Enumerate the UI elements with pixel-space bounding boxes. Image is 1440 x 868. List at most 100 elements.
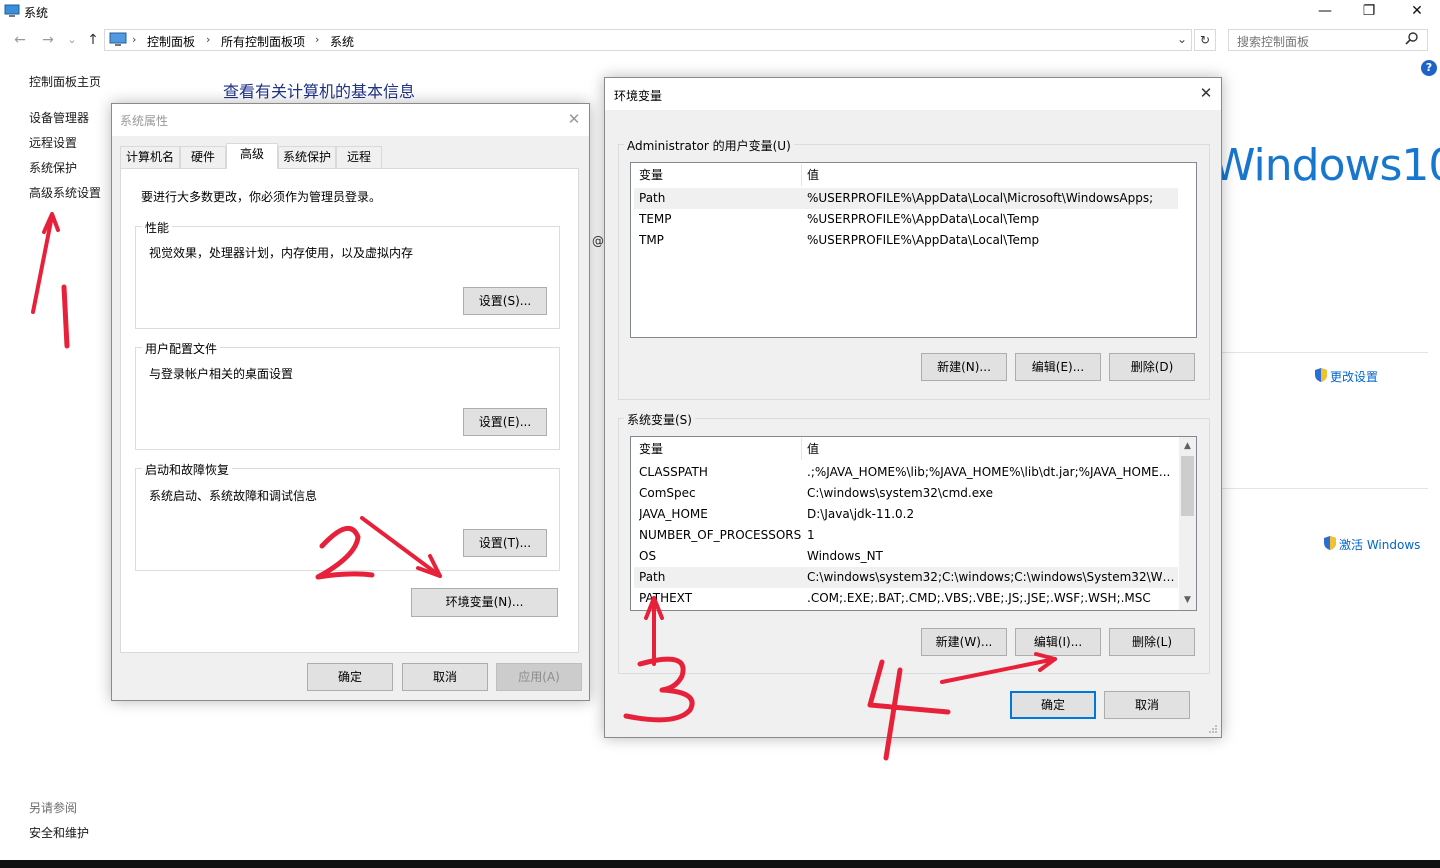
device-manager-link[interactable]: 设备管理器	[29, 109, 89, 126]
variable-value: %USERPROFILE%\AppData\Local\Temp	[807, 233, 1040, 247]
search-input[interactable]	[1228, 29, 1428, 51]
user-variables-list[interactable]: 变量 值 Path %USERPROFILE%\AppData\Local\Mi…	[630, 162, 1197, 338]
change-settings-link[interactable]: 更改设置	[1330, 368, 1378, 385]
scroll-up-icon[interactable]: ▲	[1179, 438, 1196, 455]
divider	[1222, 352, 1428, 353]
group-description: 与登录帐户相关的桌面设置	[149, 367, 294, 381]
table-row[interactable]: ComSpec C:\windows\system32\cmd.exe	[634, 483, 1178, 504]
breadcrumb-all-items[interactable]: 所有控制面板项	[221, 33, 305, 50]
system-new-button[interactable]: 新建(W)...	[921, 628, 1007, 656]
user-delete-button[interactable]: 删除(D)	[1109, 353, 1195, 381]
tab-hardware[interactable]: 硬件	[180, 146, 226, 168]
table-row[interactable]: TMP %USERPROFILE%\AppData\Local\Temp	[634, 230, 1178, 251]
apply-button[interactable]: 应用(A)	[496, 663, 582, 691]
table-row[interactable]: JAVA_HOME D:\Java\jdk-11.0.2	[634, 504, 1178, 525]
close-icon[interactable]: ✕	[562, 108, 586, 132]
variable-name: ComSpec	[639, 486, 696, 500]
tab-advanced[interactable]: 高级	[226, 143, 278, 169]
help-icon[interactable]: ?	[1421, 60, 1437, 76]
performance-group: 性能 视觉效果，处理器计划，内存使用，以及虚拟内存 设置(S)...	[135, 219, 560, 329]
activate-windows-link[interactable]: 激活 Windows	[1339, 536, 1420, 553]
table-row[interactable]: Path %USERPROFILE%\AppData\Local\Microso…	[634, 188, 1178, 209]
minimize-button[interactable]: —	[1302, 0, 1348, 24]
tab-system-protection[interactable]: 系统保护	[278, 146, 336, 168]
address-bar[interactable]: › 控制面板 › 所有控制面板项 › 系统 ⌄	[104, 29, 1192, 51]
system-variables-list[interactable]: 变量 值 CLASSPATH .;%JAVA_HOME%\lib;%JAVA_H…	[630, 436, 1197, 611]
forward-button[interactable]: →	[38, 30, 58, 50]
user-profiles-group: 用户配置文件 与登录帐户相关的桌面设置 设置(E)...	[135, 340, 560, 450]
variable-name: JAVA_HOME	[639, 507, 708, 521]
group-description: 系统启动、系统故障和调试信息	[149, 489, 318, 503]
ok-button[interactable]: 确定	[307, 663, 393, 691]
table-row[interactable]: OS Windows_NT	[634, 546, 1178, 567]
at-glyph: @	[592, 234, 604, 248]
advanced-system-settings-link[interactable]: 高级系统设置	[29, 184, 101, 201]
tab-computer-name[interactable]: 计算机名	[120, 146, 180, 168]
column-header-value[interactable]: 值	[807, 438, 819, 460]
variable-value: C:\windows\system32;C:\windows;C:\window…	[807, 570, 1177, 584]
variable-value: %USERPROFILE%\AppData\Local\Microsoft\Wi…	[807, 191, 1154, 205]
resize-grip-icon[interactable]	[1208, 724, 1218, 734]
search-icon[interactable]	[1404, 31, 1420, 47]
list-header: 变量 值	[631, 438, 1179, 460]
breadcrumb-separator: ›	[132, 33, 137, 46]
refresh-button[interactable]: ↻	[1194, 29, 1216, 51]
divider	[1222, 488, 1428, 489]
back-button[interactable]: ←	[10, 30, 30, 50]
table-row[interactable]: PATHEXT .COM;.EXE;.BAT;.CMD;.VBS;.VBE;.J…	[634, 588, 1178, 609]
table-row[interactable]: CLASSPATH .;%JAVA_HOME%\lib;%JAVA_HOME%\…	[634, 462, 1178, 483]
startup-recovery-settings-button[interactable]: 设置(T)...	[463, 529, 547, 557]
cancel-button[interactable]: 取消	[402, 663, 488, 691]
group-description: 视觉效果，处理器计划，内存使用，以及虚拟内存	[149, 246, 414, 260]
environment-variables-button[interactable]: 环境变量(N)...	[411, 588, 558, 617]
env-cancel-button[interactable]: 取消	[1104, 691, 1190, 719]
scroll-down-icon[interactable]: ▼	[1179, 592, 1196, 609]
dialog-title: 环境变量	[614, 89, 663, 103]
system-delete-button[interactable]: 删除(L)	[1109, 628, 1195, 656]
user-profiles-settings-button[interactable]: 设置(E)...	[463, 408, 547, 436]
security-maintenance-link[interactable]: 安全和维护	[29, 824, 89, 841]
user-edit-button[interactable]: 编辑(E)...	[1015, 353, 1101, 381]
table-row[interactable]: NUMBER_OF_PROCESSORS 1	[634, 525, 1178, 546]
group-label: 用户配置文件	[142, 340, 221, 357]
variable-value: 1	[807, 528, 815, 542]
breadcrumb-system[interactable]: 系统	[330, 33, 354, 50]
user-new-button[interactable]: 新建(N)...	[921, 353, 1007, 381]
dialog-title: 系统属性	[120, 114, 169, 128]
column-divider[interactable]	[801, 438, 802, 460]
control-panel-home-link[interactable]: 控制面板主页	[29, 73, 101, 90]
column-header-variable[interactable]: 变量	[639, 164, 663, 186]
uac-shield-icon	[1324, 536, 1336, 550]
breadcrumb-separator: ›	[315, 33, 320, 46]
column-header-variable[interactable]: 变量	[639, 438, 663, 460]
system-protection-link[interactable]: 系统保护	[29, 159, 77, 176]
table-row[interactable]: TEMP %USERPROFILE%\AppData\Local\Temp	[634, 209, 1178, 230]
breadcrumb-control-panel[interactable]: 控制面板	[147, 33, 195, 50]
close-button[interactable]: ✕	[1394, 0, 1440, 24]
column-divider[interactable]	[801, 164, 802, 186]
uac-shield-icon	[1315, 368, 1327, 382]
column-header-value[interactable]: 值	[807, 164, 819, 186]
tab-panel: 要进行大多数更改，你必须作为管理员登录。 性能 视觉效果，处理器计划，内存使用，…	[120, 168, 579, 653]
group-label: 性能	[142, 219, 173, 236]
variable-name: CLASSPATH	[639, 465, 708, 479]
address-dropdown-icon[interactable]: ⌄	[1177, 32, 1187, 46]
system-edit-button[interactable]: 编辑(I)...	[1015, 628, 1101, 656]
up-button[interactable]: ↑	[83, 30, 103, 50]
variable-name: OS	[639, 549, 657, 563]
window-title-bar: 系统 — ❐ ✕	[0, 0, 1440, 24]
variable-name: PATHEXT	[639, 591, 693, 605]
variable-value: %USERPROFILE%\AppData\Local\Temp	[807, 212, 1040, 226]
vertical-scrollbar[interactable]: ▲ ▼	[1179, 437, 1196, 610]
tab-remote[interactable]: 远程	[336, 146, 382, 168]
table-row[interactable]: Path C:\windows\system32;C:\windows;C:\w…	[634, 567, 1178, 588]
env-ok-button[interactable]: 确定	[1010, 691, 1096, 719]
scrollbar-thumb[interactable]	[1181, 456, 1194, 516]
list-header: 变量 值	[631, 164, 1196, 186]
variable-value: .COM;.EXE;.BAT;.CMD;.VBS;.VBE;.JS;.JSE;.…	[807, 591, 1151, 605]
maximize-button[interactable]: ❐	[1346, 0, 1392, 24]
close-icon[interactable]: ✕	[1194, 82, 1218, 106]
performance-settings-button[interactable]: 设置(S)...	[463, 287, 547, 315]
recent-locations-button[interactable]: ⌄	[62, 30, 82, 50]
remote-settings-link[interactable]: 远程设置	[29, 134, 77, 151]
